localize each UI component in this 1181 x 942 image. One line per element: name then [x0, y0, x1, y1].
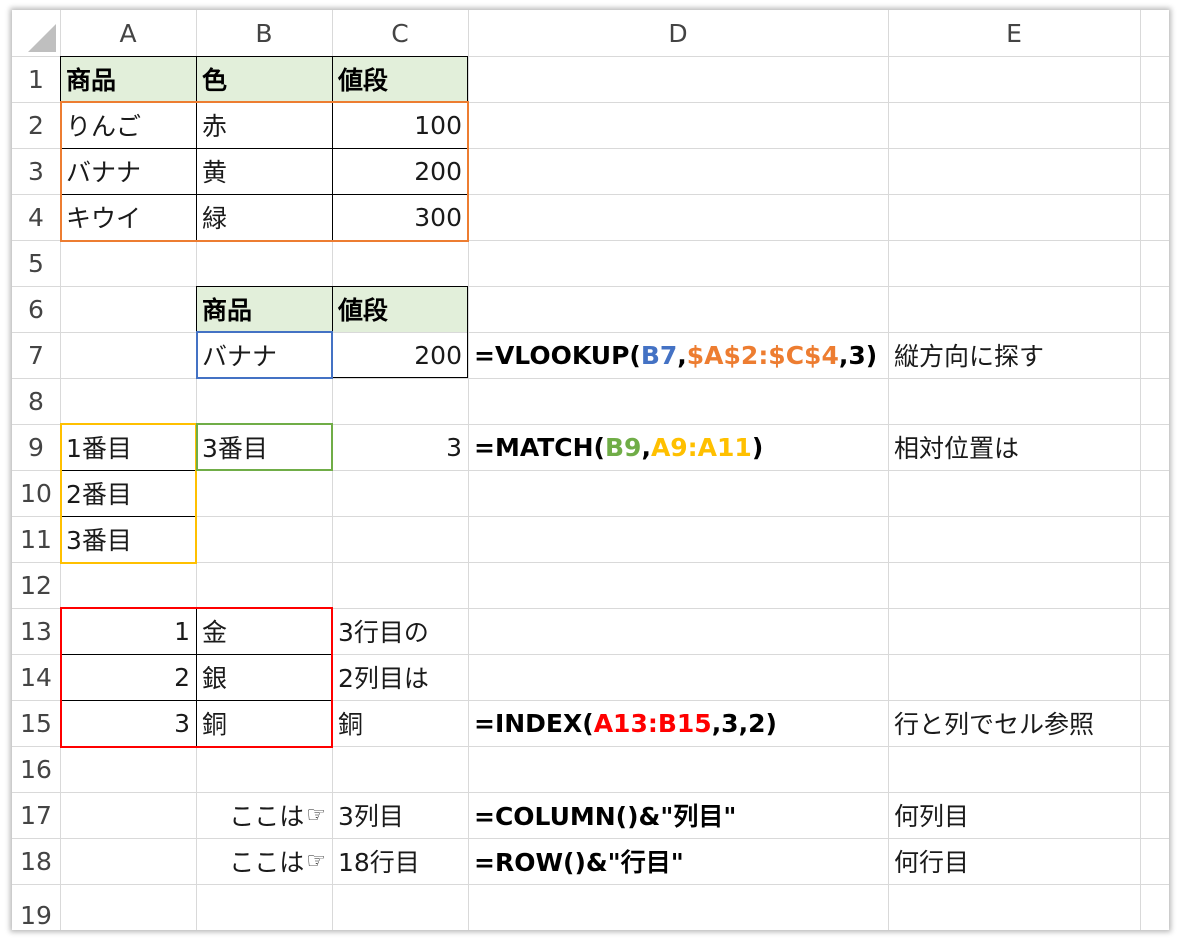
- cell-a14[interactable]: 2: [60, 654, 196, 700]
- cell-c4[interactable]: 300: [332, 194, 468, 240]
- cell-c3[interactable]: 200: [332, 148, 468, 194]
- column-header-e[interactable]: E: [888, 10, 1140, 56]
- formula-text: ,3): [838, 340, 878, 370]
- column-header-b[interactable]: B: [196, 10, 332, 56]
- formula-text: ,: [677, 340, 687, 370]
- formula-text: =VLOOKUP(: [474, 340, 641, 370]
- row-header-17[interactable]: 17: [12, 792, 60, 838]
- cell-b1[interactable]: 色: [196, 56, 332, 102]
- cell-b14[interactable]: 銀: [196, 654, 332, 700]
- cell-b4[interactable]: 緑: [196, 194, 332, 240]
- spreadsheet-window: A B C D E 1 2 3 4 5 6 7 8 9 10 11 12 13 …: [12, 10, 1169, 930]
- formula-text: ,3,2): [711, 708, 777, 738]
- row-header-3[interactable]: 3: [12, 148, 60, 194]
- gridline: [12, 746, 1169, 747]
- cell-e9[interactable]: 相対位置は: [888, 424, 1140, 470]
- cell-d7-formula[interactable]: =VLOOKUP(B7, $A$2:$C$4,3): [468, 332, 888, 378]
- cell-a4[interactable]: キウイ: [60, 194, 196, 240]
- cell-b18-text: ここは: [229, 848, 305, 877]
- cell-a11[interactable]: 3番目: [60, 516, 196, 562]
- cell-e18[interactable]: 何行目: [888, 838, 1140, 884]
- cell-d17-formula[interactable]: =COLUMN()&"列目": [468, 792, 888, 838]
- row-header-12[interactable]: 12: [12, 562, 60, 608]
- formula-ref-a13-b15: A13:B15: [593, 708, 712, 738]
- cell-c17[interactable]: 3列目: [332, 792, 468, 838]
- cell-a3[interactable]: バナナ: [60, 148, 196, 194]
- cell-c13[interactable]: 3行目の: [332, 608, 468, 654]
- cell-b2[interactable]: 赤: [196, 102, 332, 148]
- row-header-16[interactable]: 16: [12, 746, 60, 792]
- cell-b9[interactable]: 3番目: [196, 424, 332, 470]
- cell-b17-text: ここは: [229, 802, 305, 831]
- formula-text: ,: [641, 432, 651, 462]
- row-header-14[interactable]: 14: [12, 654, 60, 700]
- cell-a9[interactable]: 1番目: [60, 424, 196, 470]
- cell-e17[interactable]: 何列目: [888, 792, 1140, 838]
- cell-c9[interactable]: 3: [332, 424, 468, 470]
- cell-c15[interactable]: 銅: [332, 700, 468, 746]
- row-header-15[interactable]: 15: [12, 700, 60, 746]
- cell-c6[interactable]: 値段: [332, 286, 468, 332]
- formula-ref-b7: B7: [640, 340, 678, 370]
- cell-d18-formula[interactable]: =ROW()&"行目": [468, 838, 888, 884]
- formula-ref-b9: B9: [604, 432, 642, 462]
- cell-b3[interactable]: 黄: [196, 148, 332, 194]
- row-header-7[interactable]: 7: [12, 332, 60, 378]
- select-all-triangle-icon: [28, 24, 56, 52]
- cell-b13[interactable]: 金: [196, 608, 332, 654]
- column-header-a[interactable]: A: [60, 10, 196, 56]
- column-header-c[interactable]: C: [332, 10, 468, 56]
- cell-e7[interactable]: 縦方向に探す: [888, 332, 1140, 378]
- gridline: [1140, 10, 1141, 930]
- cell-c18[interactable]: 18行目: [332, 838, 468, 884]
- row-header-4[interactable]: 4: [12, 194, 60, 240]
- cell-c2[interactable]: 100: [332, 102, 468, 148]
- cell-e15[interactable]: 行と列でセル参照: [888, 700, 1140, 746]
- cell-a1[interactable]: 商品: [60, 56, 196, 102]
- cell-b17[interactable]: ここは ☞: [196, 792, 332, 838]
- cell-c7[interactable]: 200: [332, 332, 468, 378]
- cell-c14[interactable]: 2列目は: [332, 654, 468, 700]
- gridline: [12, 884, 1169, 885]
- row-header-8[interactable]: 8: [12, 378, 60, 424]
- gridline: [12, 286, 1169, 287]
- cell-b15[interactable]: 銅: [196, 700, 332, 746]
- cell-d15-formula[interactable]: =INDEX(A13:B15,3,2): [468, 700, 888, 746]
- pointing-hand-icon: ☞: [306, 848, 326, 874]
- spreadsheet-grid: A B C D E 1 2 3 4 5 6 7 8 9 10 11 12 13 …: [12, 10, 1169, 930]
- formula-text: =MATCH(: [474, 432, 605, 462]
- row-header-13[interactable]: 13: [12, 608, 60, 654]
- cell-a13[interactable]: 1: [60, 608, 196, 654]
- row-header-5[interactable]: 5: [12, 240, 60, 286]
- formula-text: =INDEX(: [474, 708, 594, 738]
- column-header-d[interactable]: D: [468, 10, 888, 56]
- formula-ref-a2-c4: $A$2:$C$4: [686, 340, 839, 370]
- cell-d9-formula[interactable]: =MATCH(B9, A9:A11): [468, 424, 888, 470]
- row-header-10[interactable]: 10: [12, 470, 60, 516]
- row-header-9[interactable]: 9: [12, 424, 60, 470]
- row-header-19[interactable]: 19: [12, 884, 60, 930]
- formula-ref-a9-a11: A9:A11: [650, 432, 752, 462]
- cell-b6[interactable]: 商品: [196, 286, 332, 332]
- pointing-hand-icon: ☞: [306, 802, 326, 828]
- cell-a10[interactable]: 2番目: [60, 470, 196, 516]
- cell-c1[interactable]: 値段: [332, 56, 468, 102]
- row-header-2[interactable]: 2: [12, 102, 60, 148]
- cell-a15[interactable]: 3: [60, 700, 196, 746]
- cell-a2[interactable]: りんご: [60, 102, 196, 148]
- row-header-18[interactable]: 18: [12, 838, 60, 884]
- row-header-6[interactable]: 6: [12, 286, 60, 332]
- row-header-1[interactable]: 1: [12, 56, 60, 102]
- row-header-11[interactable]: 11: [12, 516, 60, 562]
- select-all-corner[interactable]: [12, 10, 60, 56]
- cell-b18[interactable]: ここは ☞: [196, 838, 332, 884]
- gridline: [12, 240, 1169, 241]
- cell-b7[interactable]: バナナ: [196, 332, 332, 378]
- formula-text: ): [751, 432, 764, 462]
- gridline: [12, 378, 1169, 379]
- gridline: [12, 562, 1169, 563]
